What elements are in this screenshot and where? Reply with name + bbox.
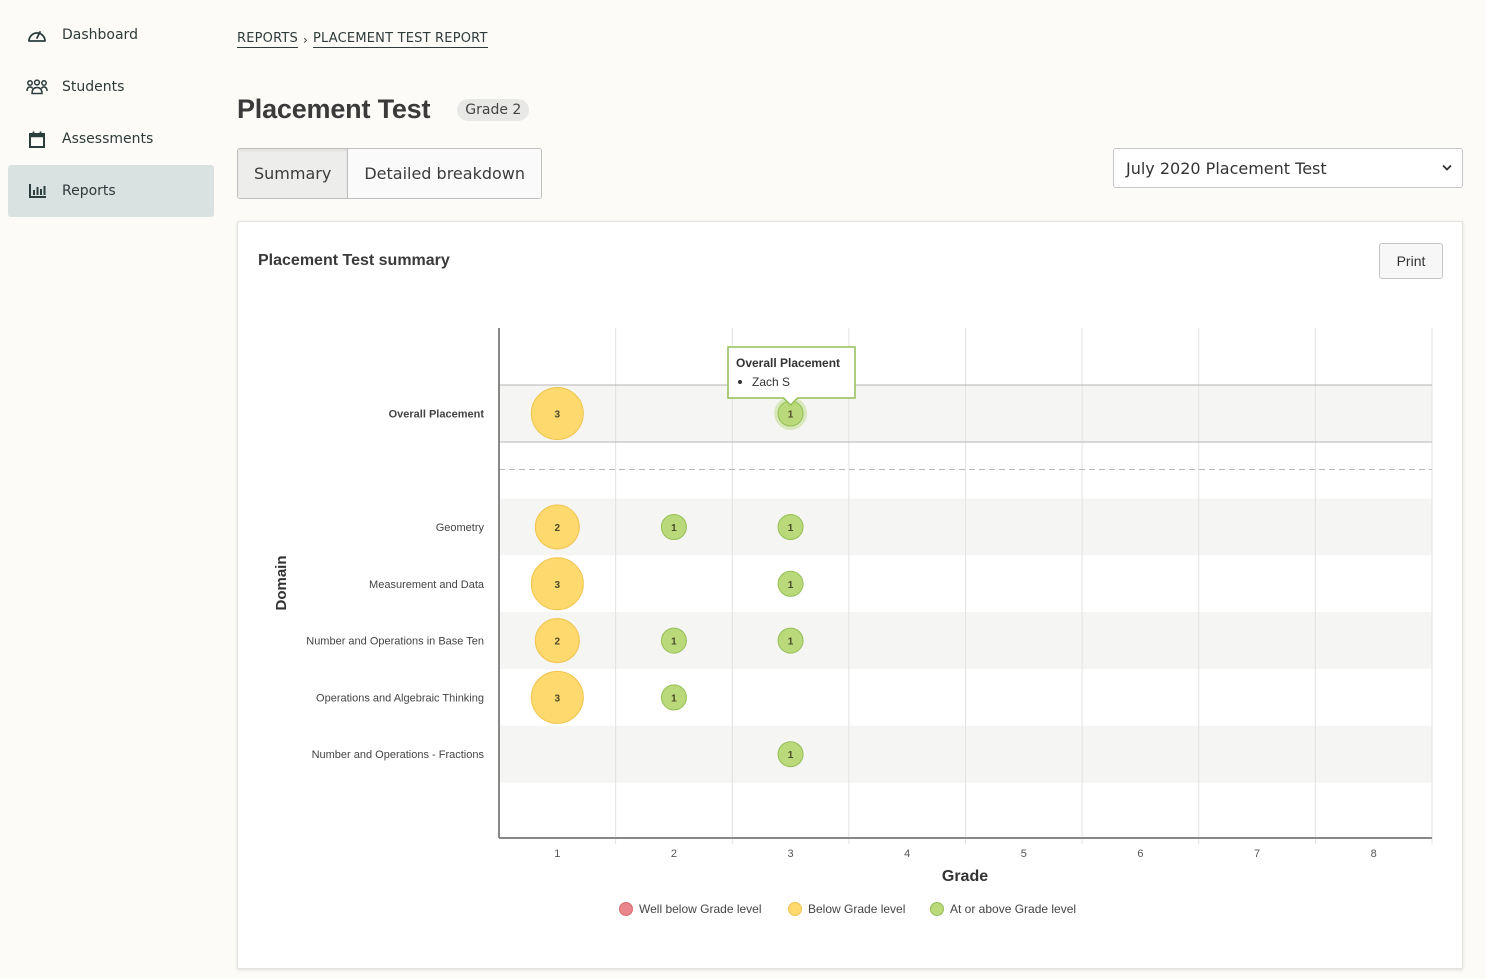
sidebar-item-label: Assessments (62, 131, 154, 147)
tab-summary[interactable]: Summary (238, 149, 349, 198)
bar-chart-icon (26, 180, 48, 202)
title-row: Placement Test Grade 2 (237, 94, 530, 125)
placement-test-select-value: July 2020 Placement Test (1126, 158, 1327, 178)
report-tabs: Summary Detailed breakdown (237, 148, 543, 199)
sidebar-item-label: Students (62, 79, 125, 95)
page-title: Placement Test (237, 94, 431, 124)
grade-badge: Grade 2 (457, 98, 530, 121)
breadcrumb-separator: › (303, 32, 308, 47)
summary-card: Placement Test summary Print (237, 221, 1463, 969)
sidebar-item-label: Dashboard (62, 27, 138, 43)
sidebar-item-dashboard[interactable]: Dashboard (8, 9, 214, 61)
calendar-icon (26, 128, 48, 150)
dashboard-gauge-icon (26, 24, 48, 46)
students-group-icon (26, 76, 48, 98)
sidebar-item-students[interactable]: Students (8, 61, 214, 113)
chevron-down-icon (1442, 163, 1452, 174)
sidebar-item-reports[interactable]: Reports (8, 165, 214, 217)
print-button[interactable]: Print (1379, 243, 1443, 279)
breadcrumb: REPORTS › PLACEMENT TEST REPORT (237, 31, 488, 48)
sidebar-item-assessments[interactable]: Assessments (8, 113, 214, 165)
sidebar: Dashboard Students Assessments Reports (8, 9, 214, 217)
sidebar-item-label: Reports (62, 183, 116, 199)
tab-detailed-breakdown[interactable]: Detailed breakdown (348, 149, 542, 198)
card-title: Placement Test summary (258, 252, 450, 269)
breadcrumb-link-reports[interactable]: REPORTS (237, 31, 298, 48)
placement-test-select[interactable]: July 2020 Placement Test (1113, 148, 1463, 188)
breadcrumb-link-placement-test-report[interactable]: PLACEMENT TEST REPORT (313, 31, 488, 48)
